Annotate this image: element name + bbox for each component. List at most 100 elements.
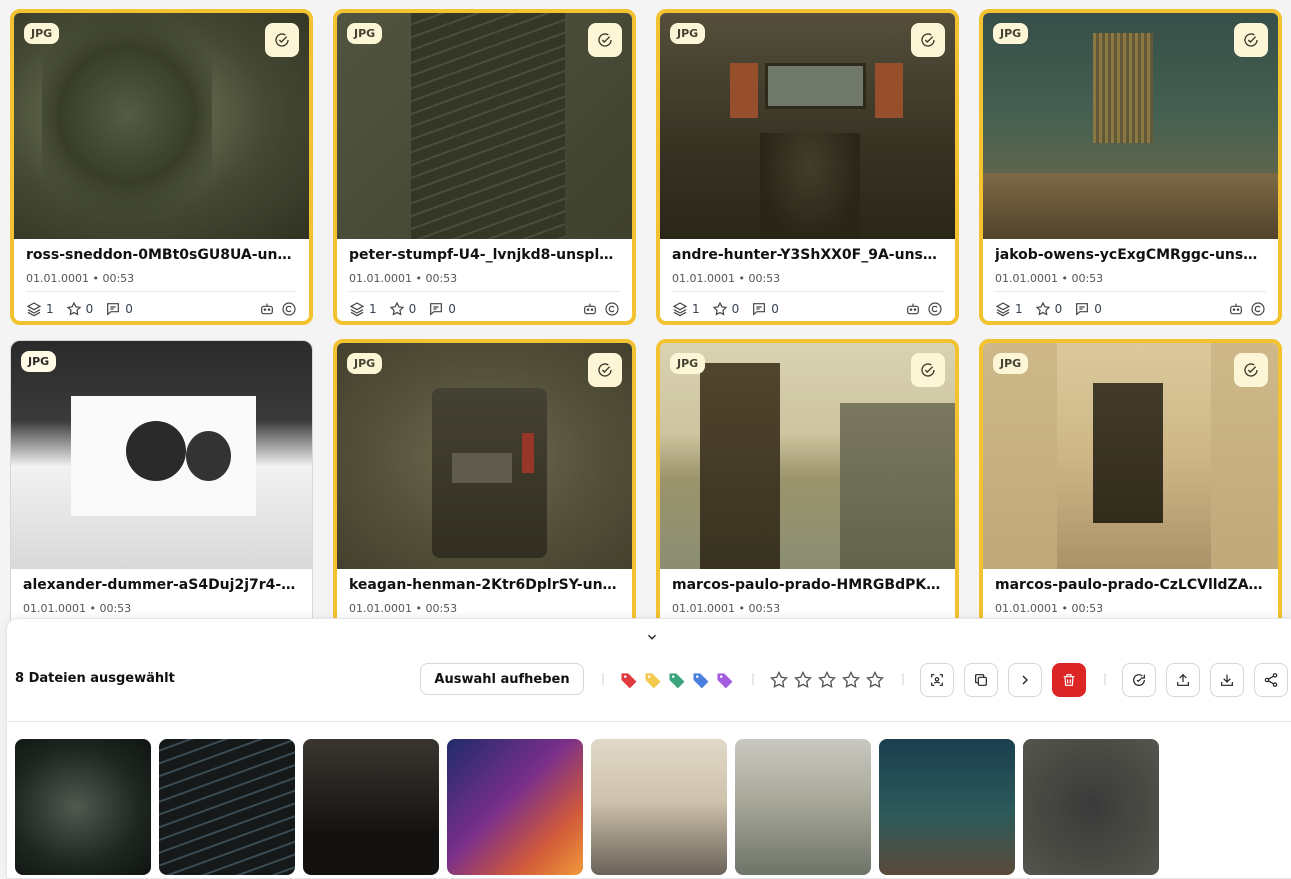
file-name[interactable]: peter-stumpf-U4-_lvnjkd8-unsplash [349,247,620,263]
file-thumbnail[interactable]: JPG [337,343,632,569]
star-icon[interactable] [793,670,813,690]
copyright-icon[interactable] [1250,301,1266,317]
comment-count: 0 [751,301,779,317]
tag-icon[interactable] [667,670,687,690]
tag-icon[interactable] [715,670,735,690]
comment-count: 0 [1074,301,1102,317]
file-thumbnail[interactable]: JPG [983,343,1278,569]
check-circle-icon[interactable] [588,353,622,387]
star-count: 0 [389,301,416,317]
delete-button[interactable] [1052,663,1086,697]
selection-toolbar: 8 Dateien ausgewählt Auswahl aufheben [7,661,1291,699]
star-icon[interactable] [841,670,861,690]
file-name[interactable]: keagan-henman-2Ktr6DplrSY-unspl… [349,577,620,593]
tag-icon[interactable] [643,670,663,690]
deselect-button[interactable]: Auswahl aufheben [420,663,584,695]
layers-count: 1 [26,301,54,317]
selected-thumbnail[interactable] [447,739,583,875]
file-type-badge: JPG [993,23,1029,44]
star-icon[interactable] [865,670,885,690]
sync-button[interactable] [1122,663,1156,697]
file-thumbnail[interactable]: JPG [337,13,632,239]
file-type-badge: JPG [670,353,706,374]
check-circle-icon[interactable] [1234,23,1268,57]
selected-thumbnail[interactable] [15,739,151,875]
file-type-badge: JPG [347,353,383,374]
face-scan-button[interactable] [920,663,954,697]
file-card[interactable]: JPG ross-sneddon-0MBt0sGU8UA-unspl… 01.0… [10,9,313,325]
file-card[interactable]: JPG keagan-henman-2Ktr6DplrSY-unspl… 01.… [333,339,636,639]
file-grid: JPG ross-sneddon-0MBt0sGU8UA-unspl… 01.0… [10,9,1290,640]
star-icon[interactable] [769,670,789,690]
layers-count: 1 [672,301,700,317]
chevron-right-icon [1022,675,1028,685]
file-card[interactable]: JPG marcos-paulo-prado-HMRGBdPKAD… 01.01… [656,339,959,639]
robot-icon[interactable] [582,301,598,317]
file-name[interactable]: andre-hunter-Y3ShXX0F_9A-unspla… [672,247,943,263]
robot-icon[interactable] [259,301,275,317]
share-button[interactable] [1254,663,1288,697]
check-circle-icon[interactable] [911,23,945,57]
copy-button[interactable] [964,663,998,697]
upload-icon [1177,673,1189,686]
file-card[interactable]: JPG jakob-owens-ycExgCMRggc-unspla… 01.0… [979,9,1282,325]
layers-icon [349,302,365,317]
comment-count: 0 [105,301,133,317]
file-type-badge: JPG [24,23,60,44]
file-date: 01.01.0001 • 00:53 [995,272,1104,285]
trash-icon [1063,674,1075,686]
selected-thumbnail[interactable] [303,739,439,875]
file-thumbnail[interactable]: JPG [660,13,955,239]
tag-icon[interactable] [619,670,639,690]
check-circle-icon[interactable] [265,23,299,57]
file-thumbnail[interactable]: JPG [11,341,312,569]
layers-count: 1 [349,301,377,317]
file-thumbnail[interactable]: JPG [660,343,955,569]
file-name[interactable]: marcos-paulo-prado-HMRGBdPKAD… [672,577,943,593]
check-circle-icon[interactable] [1234,353,1268,387]
comment-count: 0 [428,301,456,317]
star-icon [389,301,404,316]
copyright-icon[interactable] [927,301,943,317]
file-date: 01.01.0001 • 00:53 [672,602,781,615]
file-thumbnail[interactable]: JPG [983,13,1278,239]
selected-thumbnail[interactable] [159,739,295,875]
check-circle-icon[interactable] [911,353,945,387]
file-name[interactable]: jakob-owens-ycExgCMRggc-unspla… [995,247,1266,263]
upload-button[interactable] [1166,663,1200,697]
selected-thumbnail[interactable] [735,739,871,875]
file-card[interactable]: JPG peter-stumpf-U4-_lvnjkd8-unsplash 01… [333,9,636,325]
layers-icon [672,302,688,317]
file-card[interactable]: JPG marcos-paulo-prado-CzLCVlldZAk-… 01.… [979,339,1282,639]
file-type-badge: JPG [347,23,383,44]
file-card[interactable]: JPG andre-hunter-Y3ShXX0F_9A-unspla… 01.… [656,9,959,325]
file-name[interactable]: ross-sneddon-0MBt0sGU8UA-unspl… [26,247,297,263]
file-type-badge: JPG [21,351,57,372]
star-icon [1035,301,1050,316]
check-circle-icon[interactable] [588,23,622,57]
selected-thumbnail[interactable] [591,739,727,875]
layers-icon [26,302,42,317]
file-name[interactable]: marcos-paulo-prado-CzLCVlldZAk-… [995,577,1266,593]
file-thumbnail[interactable]: JPG [14,13,309,239]
star-icon [66,301,81,316]
collapse-icon[interactable] [645,629,659,648]
selection-panel: 8 Dateien ausgewählt Auswahl aufheben [6,618,1291,879]
move-button[interactable] [1008,663,1042,697]
download-button[interactable] [1210,663,1244,697]
file-name[interactable]: alexander-dummer-aS4Duj2j7r4-un… [23,577,300,593]
selected-thumbnail[interactable] [1023,739,1159,875]
file-date: 01.01.0001 • 00:53 [26,272,135,285]
layers-icon [995,302,1011,317]
file-type-badge: JPG [993,353,1029,374]
copyright-icon[interactable] [604,301,620,317]
selected-thumbnail[interactable] [879,739,1015,875]
file-card[interactable]: JPG alexander-dummer-aS4Duj2j7r4-un… 01.… [10,340,313,640]
robot-icon[interactable] [1228,301,1244,317]
file-type-badge: JPG [670,23,706,44]
tag-icon[interactable] [691,670,711,690]
comment-icon [1076,303,1089,316]
copyright-icon[interactable] [281,301,297,317]
robot-icon[interactable] [905,301,921,317]
star-icon[interactable] [817,670,837,690]
